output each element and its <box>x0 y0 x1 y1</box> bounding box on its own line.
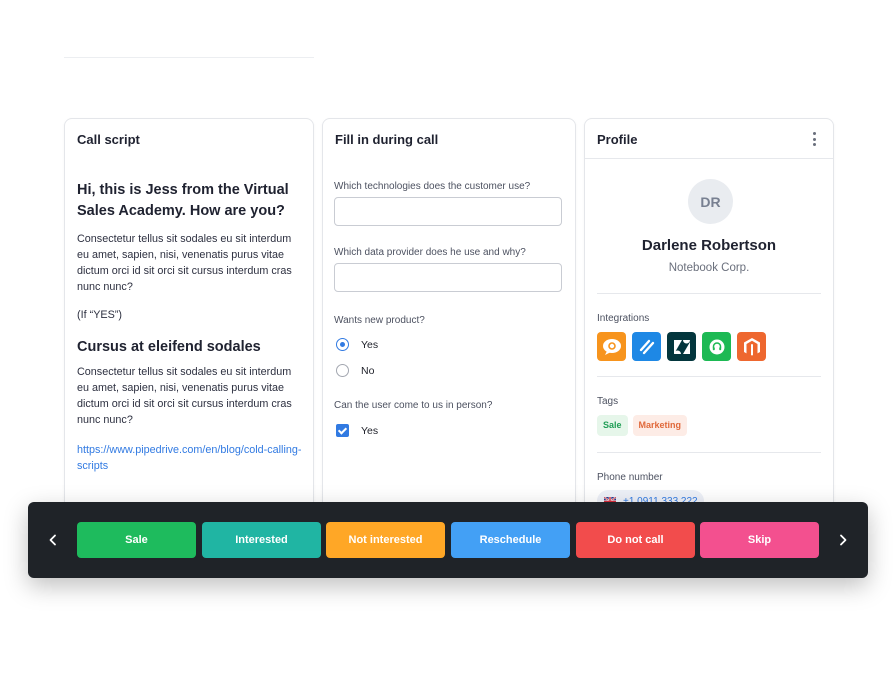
script-heading: Cursus at eleifend sodales <box>77 339 261 355</box>
phone-label: Phone number <box>597 472 663 483</box>
contact-company: Notebook Corp. <box>668 262 750 274</box>
checkbox-option-yes[interactable]: Yes <box>336 424 378 437</box>
question-in-person: Can the user come to us in person? <box>334 400 493 411</box>
section-divider <box>597 452 821 453</box>
section-divider <box>597 293 821 294</box>
radio-unchecked-icon[interactable] <box>336 364 349 377</box>
radio-option-no[interactable]: No <box>336 364 374 377</box>
checkbox-label: Yes <box>361 424 379 437</box>
script-paragraph: Consectetur tellus sit sodales eu sit in… <box>77 366 292 426</box>
stripes-icon[interactable] <box>632 332 661 361</box>
fill-in-title: Fill in during call <box>335 132 439 147</box>
call-script-card: Call script Hi, this is Jess from the Vi… <box>64 118 314 518</box>
chat-bubble-icon[interactable] <box>597 332 626 361</box>
profile-card: Profile DR Darlene Robertson Notebook Co… <box>584 118 834 518</box>
zendesk-icon[interactable] <box>667 332 696 361</box>
integrations-list <box>597 332 766 361</box>
script-condition: (If “YES”) <box>77 309 122 321</box>
question-data-provider: Which data provider does he use and why? <box>334 247 526 258</box>
headset-icon[interactable] <box>702 332 731 361</box>
not-interested-button[interactable]: Not interested <box>326 522 445 558</box>
reschedule-button[interactable]: Reschedule <box>451 522 570 558</box>
call-outcome-bar: Sale Interested Not interested Reschedul… <box>28 502 868 578</box>
tags-label: Tags <box>597 396 619 407</box>
integrations-label: Integrations <box>597 313 650 324</box>
profile-title: Profile <box>597 132 638 147</box>
more-options-icon[interactable] <box>809 132 819 146</box>
do-not-call-button[interactable]: Do not call <box>576 522 695 558</box>
tag-sale[interactable]: Sale <box>597 415 628 436</box>
section-divider <box>597 376 821 377</box>
call-script-body: Hi, this is Jess from the Virtual Sales … <box>77 180 305 474</box>
magento-icon[interactable] <box>737 332 766 361</box>
top-divider <box>64 57 314 58</box>
call-script-title: Call script <box>77 132 140 147</box>
contact-name: Darlene Robertson <box>641 237 777 254</box>
technologies-input[interactable] <box>334 197 562 226</box>
script-paragraph: Consectetur tellus sit sodales eu sit in… <box>77 233 292 293</box>
radio-option-yes[interactable]: Yes <box>336 338 378 351</box>
script-greeting: Hi, this is Jess from the Virtual Sales … <box>77 182 289 219</box>
question-new-product: Wants new product? <box>334 315 425 326</box>
interested-button[interactable]: Interested <box>202 522 321 558</box>
sale-button[interactable]: Sale <box>77 522 196 558</box>
profile-header-divider <box>585 158 833 159</box>
avatar: DR <box>688 179 733 224</box>
question-technologies: Which technologies does the customer use… <box>334 181 531 192</box>
data-provider-input[interactable] <box>334 263 562 292</box>
chevron-right-icon[interactable] <box>831 528 855 552</box>
tags-list: Sale Marketing <box>597 415 688 436</box>
script-link[interactable]: https://www.pipedrive.com/en/blog/cold-c… <box>77 442 305 474</box>
tag-marketing[interactable]: Marketing <box>632 415 688 436</box>
skip-button[interactable]: Skip <box>700 522 819 558</box>
fill-in-card: Fill in during call Which technologies d… <box>322 118 576 518</box>
checkbox-checked-icon[interactable] <box>336 424 349 437</box>
radio-label: No <box>361 364 375 377</box>
chevron-left-icon[interactable] <box>41 528 65 552</box>
radio-checked-icon[interactable] <box>336 338 349 351</box>
radio-label: Yes <box>361 338 379 351</box>
